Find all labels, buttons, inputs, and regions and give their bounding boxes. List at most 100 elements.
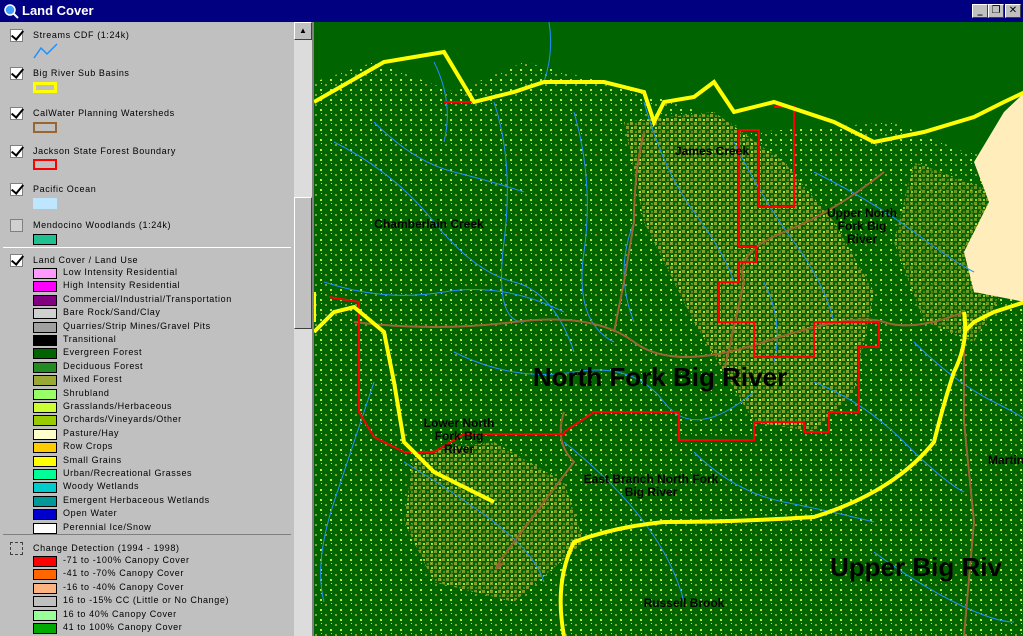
class-color-swatch	[33, 335, 57, 346]
class-color-swatch	[33, 415, 57, 427]
layer-checkbox[interactable]	[10, 542, 23, 555]
class-label: Open Water	[63, 508, 118, 519]
class-label: Pasture/Hay	[63, 427, 120, 438]
divider	[3, 247, 291, 248]
class-label: -16 to -40% Canopy Cover	[63, 581, 184, 592]
class-label: Shrubland	[63, 387, 110, 398]
layer-checkbox[interactable]	[10, 29, 23, 42]
class-color-swatch	[33, 556, 57, 567]
class-color-swatch	[33, 482, 57, 494]
layer-checkbox[interactable]	[10, 219, 23, 232]
class-label: Row Crops	[63, 441, 113, 452]
class-label: 41 to 100% Canopy Cover	[63, 622, 183, 632]
class-color-swatch	[33, 388, 57, 400]
close-button[interactable]: ✕	[1005, 4, 1021, 18]
class-color-swatch	[33, 361, 57, 373]
layer-checkbox[interactable]	[10, 107, 23, 120]
globe-magnifier-icon	[4, 4, 19, 19]
layer-checkbox[interactable]	[10, 183, 23, 196]
layer-checkbox[interactable]	[10, 145, 23, 158]
class-label: -71 to -100% Canopy Cover	[63, 555, 190, 565]
class-label: Grasslands/Herbaceous	[63, 401, 173, 411]
scroll-up-arrow-icon[interactable]: ▲	[294, 22, 312, 40]
layer-name: Jackson State Forest Boundary	[33, 146, 176, 156]
class-color-swatch	[33, 402, 57, 413]
class-color-swatch	[33, 428, 57, 440]
label-upper-north-fork-3: River	[847, 232, 877, 246]
label-east-branch-1: East Branch North Fork	[584, 472, 719, 486]
restore-button[interactable]: ❐	[988, 4, 1004, 18]
class-label: 16 to -15% CC (Little or No Change)	[63, 595, 230, 606]
layer-name: Change Detection (1994 - 1998)	[33, 543, 180, 553]
class-color-swatch	[33, 469, 57, 480]
label-martin: Martin	[988, 453, 1023, 467]
class-label: High Intensity Residential	[63, 280, 181, 291]
class-label: Perennial Ice/Snow	[63, 521, 152, 532]
class-color-swatch	[33, 308, 57, 320]
class-color-swatch	[33, 509, 57, 521]
layer-name: Big River Sub Basins	[33, 68, 130, 78]
map-canvas[interactable]: James Creek Chamberlain Creek Upper Nort…	[314, 22, 1023, 636]
label-russell-brook: Russell Brook	[644, 596, 725, 610]
class-label: 16 to 40% Canopy Cover	[63, 608, 177, 619]
class-label: Evergreen Forest	[63, 347, 143, 358]
class-label: Bare Rock/Sand/Clay	[63, 307, 161, 318]
class-label: Woody Wetlands	[63, 481, 140, 492]
label-north-fork-big-river: North Fork Big River	[533, 362, 787, 392]
label-east-branch-2: Big River	[625, 485, 678, 499]
layer-land-cover[interactable]: Land Cover / Land Use Low Intensity Resi…	[0, 252, 294, 536]
legend-scrollbar[interactable]: ▲	[294, 22, 312, 636]
layer-name: Mendocino Woodlands (1:24k)	[33, 220, 172, 230]
class-label: Deciduous Forest	[63, 360, 144, 371]
label-lower-north-fork-2: Fork Big	[435, 429, 484, 443]
class-color-swatch	[33, 569, 57, 581]
label-lower-north-fork-1: Lower North	[424, 416, 495, 430]
class-label: Orchards/Vineyards/Other	[63, 414, 182, 425]
layer-name: Land Cover / Land Use	[33, 255, 139, 265]
legend-panel: Streams CDF (1:24k) Big River Sub Basins…	[0, 22, 294, 636]
layer-name: CalWater Planning Watersheds	[33, 108, 175, 118]
scroll-thumb[interactable]	[294, 197, 312, 329]
class-label: Small Grains	[63, 454, 122, 465]
label-upper-big-river: Upper Big Riv	[830, 552, 1002, 582]
class-color-swatch	[33, 623, 57, 634]
divider	[3, 534, 291, 535]
layer-checkbox[interactable]	[10, 67, 23, 80]
window-title: Land Cover	[22, 3, 94, 18]
minimize-button[interactable]: _	[972, 4, 988, 18]
class-color-swatch	[33, 268, 57, 279]
label-upper-north-fork-2: Fork Big	[838, 219, 887, 233]
class-color-swatch	[33, 281, 57, 293]
watershed-outline-swatch	[33, 122, 57, 133]
ocean-fill-swatch	[33, 198, 57, 209]
class-color-swatch	[33, 348, 57, 360]
label-lower-north-fork-3: River	[444, 442, 474, 456]
class-color-swatch	[33, 582, 57, 594]
class-color-swatch	[33, 455, 57, 467]
class-color-swatch	[33, 522, 57, 534]
stream-line-icon	[33, 43, 58, 59]
class-label: Emergent Herbaceous Wetlands	[63, 494, 210, 505]
class-color-swatch	[33, 442, 57, 454]
class-label: Low Intensity Residential	[63, 267, 178, 277]
layer-name: Pacific Ocean	[33, 184, 97, 194]
class-label: Mixed Forest	[63, 374, 123, 385]
jackson-outline-swatch	[33, 159, 57, 170]
layer-name: Streams CDF (1:24k)	[33, 30, 130, 40]
class-color-swatch	[33, 495, 57, 507]
class-label: -41 to -70% Canopy Cover	[63, 568, 184, 579]
class-label: Transitional	[63, 334, 117, 344]
class-label: Quarries/Strip Mines/Gravel Pits	[63, 320, 211, 331]
map-view[interactable]: James Creek Chamberlain Creek Upper Nort…	[312, 22, 1023, 636]
layer-checkbox[interactable]	[10, 254, 23, 267]
label-james-creek: James Creek	[675, 144, 749, 158]
label-upper-north-fork-1: Upper North	[827, 206, 897, 220]
class-color-swatch	[33, 375, 57, 387]
layer-change-detection[interactable]: Change Detection (1994 - 1998) -71 to -1…	[0, 540, 294, 636]
window-title-bar[interactable]: Land Cover _ ❐ ✕	[0, 0, 1023, 22]
class-color-swatch	[33, 596, 57, 608]
class-color-swatch	[33, 609, 57, 621]
label-chamberlain-creek: Chamberlain Creek	[374, 217, 484, 231]
woodlands-fill-swatch	[33, 234, 57, 245]
subbasin-outline-swatch	[33, 82, 57, 93]
